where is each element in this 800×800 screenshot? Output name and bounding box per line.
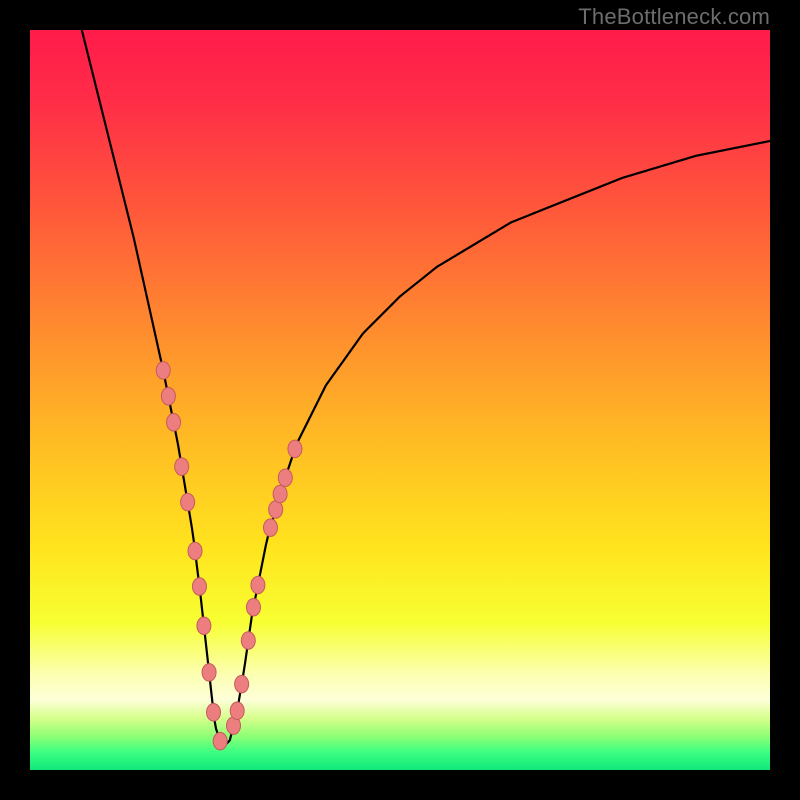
bead-icon	[241, 632, 255, 650]
bead-icon	[246, 598, 260, 616]
bead-icon	[175, 458, 189, 476]
bead-icon	[251, 576, 265, 594]
bead-icon	[167, 413, 181, 431]
bead-icon	[161, 388, 175, 406]
bead-icon	[273, 485, 287, 503]
bead-icon	[230, 702, 244, 720]
bead-icon	[269, 501, 283, 519]
bead-group	[156, 362, 302, 750]
bead-icon	[181, 493, 195, 511]
bead-icon	[278, 469, 292, 487]
plot-area	[30, 30, 770, 770]
bottleneck-curve	[82, 30, 770, 747]
bead-icon	[188, 542, 202, 560]
bead-icon	[213, 732, 227, 750]
bead-icon	[207, 704, 221, 722]
bead-icon	[197, 617, 211, 635]
chart-frame: TheBottleneck.com	[0, 0, 800, 800]
watermark-text: TheBottleneck.com	[578, 4, 770, 30]
bead-icon	[235, 675, 249, 693]
bead-icon	[202, 664, 216, 682]
bead-icon	[264, 519, 278, 537]
bead-icon	[156, 362, 170, 380]
curve-layer	[30, 30, 770, 770]
bead-icon	[288, 440, 302, 458]
bead-icon	[192, 578, 206, 596]
